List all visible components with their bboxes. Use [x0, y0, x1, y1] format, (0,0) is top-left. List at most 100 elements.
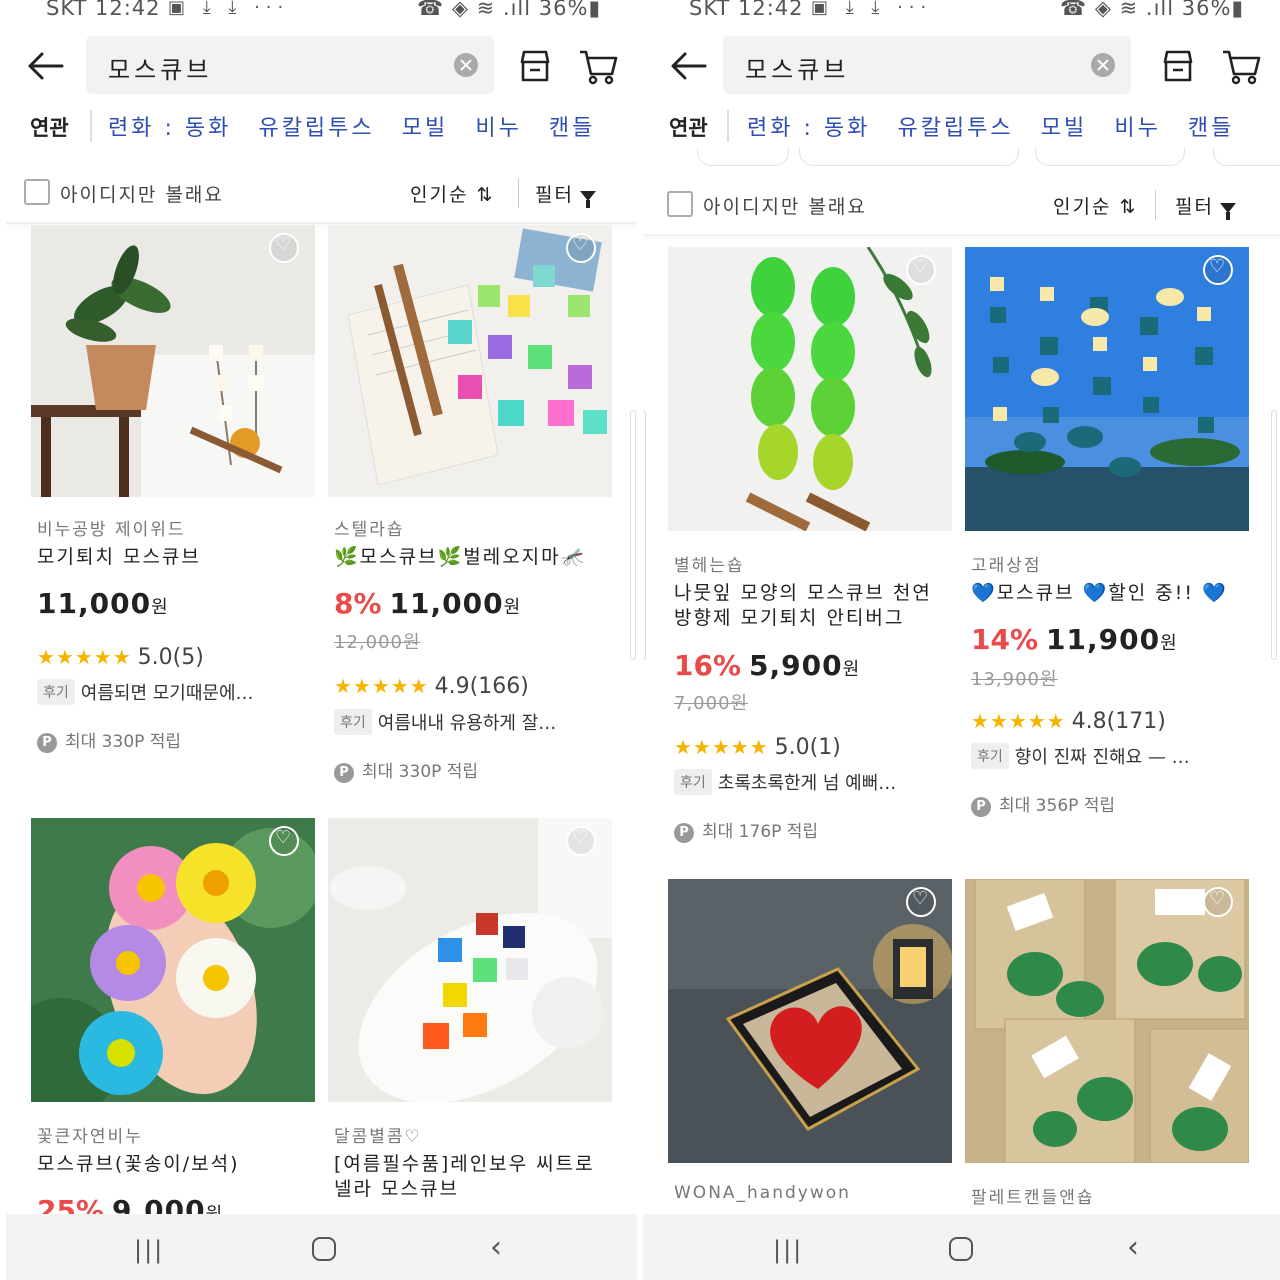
shop-name[interactable]: WONA_handywon: [674, 1183, 851, 1203]
product-photo: [31, 818, 315, 1102]
related-item[interactable]: 비누: [1114, 110, 1160, 142]
shop-name[interactable]: 달콤별콤♡: [334, 1122, 422, 1147]
system-back-button[interactable]: ‹: [1127, 1230, 1139, 1265]
sort-button[interactable]: 인기순 ⇅: [1053, 192, 1137, 219]
heart-icon[interactable]: [269, 826, 299, 856]
product-image-leaf-packs[interactable]: [965, 879, 1249, 1163]
store-button[interactable]: [515, 46, 555, 86]
related-item[interactable]: 련화 : 동화: [108, 110, 231, 142]
product-image-cloud-mobile[interactable]: [965, 247, 1249, 531]
product-card[interactable]: 별헤는숍 나뭇잎 모양의 모스큐브 천연 방향제 모기퇴치 안티버그 16%5,…: [668, 247, 952, 847]
heart-icon[interactable]: [566, 233, 596, 263]
cart-button[interactable]: [1219, 46, 1263, 86]
store-button[interactable]: [1158, 46, 1198, 86]
review-snippet[interactable]: 후기 여름내내 유용하게 잘…: [334, 709, 614, 735]
hide-checkbox[interactable]: [24, 179, 50, 205]
price: 5,900: [749, 649, 843, 682]
price: 11,000: [37, 587, 152, 620]
search-query: 모스큐브: [108, 56, 213, 84]
scroll-indicator: [630, 410, 636, 660]
filter-button[interactable]: 필터: [535, 180, 596, 208]
rating-score: 5.0(1): [774, 735, 841, 760]
review-snippet[interactable]: 후기 향이 진짜 진해요 — …: [971, 743, 1251, 769]
product-card[interactable]: 스텔라숍 🌿모스큐브🌿벌레오지마🦟 8%11,000원 12,000원 ★★★★…: [328, 225, 612, 785]
recent-apps-button[interactable]: |||: [773, 1236, 803, 1264]
star-icons: ★★★★★: [334, 674, 429, 698]
related-item[interactable]: 캔들: [549, 110, 595, 142]
product-image-leaf-cubes[interactable]: [668, 247, 952, 531]
chip-edge: [1213, 148, 1280, 166]
product-image-rainbow-cubes[interactable]: [328, 818, 612, 1102]
sort-button[interactable]: 인기순 ⇅: [410, 180, 494, 207]
points-text: 최대 176P 적립: [702, 822, 819, 842]
home-button[interactable]: [312, 1237, 336, 1261]
product-title[interactable]: 모스큐브(꽃송이/보석): [37, 1152, 313, 1177]
shop-name[interactable]: 별헤는숍: [674, 551, 745, 576]
product-image-color-cubes[interactable]: [328, 225, 612, 509]
review-snippet[interactable]: 후기 초록초록한게 넘 예뻐…: [674, 769, 954, 795]
heart-icon[interactable]: [269, 233, 299, 263]
shop-name[interactable]: 꽃큰자연비누: [37, 1122, 143, 1147]
hide-checkbox[interactable]: [667, 191, 693, 217]
cart-icon: [1223, 50, 1261, 85]
product-title[interactable]: 💙모스큐브 💙할인 중!! 💙: [971, 581, 1247, 606]
shop-name[interactable]: 고래상점: [971, 551, 1042, 576]
product-title[interactable]: [여름필수품]레인보우 씨트로넬라 모스큐브: [334, 1152, 610, 1202]
points-text: 최대 356P 적립: [999, 796, 1116, 816]
cart-button[interactable]: [576, 46, 620, 86]
currency: 원: [842, 659, 860, 680]
system-back-button[interactable]: ‹: [490, 1230, 502, 1265]
back-button[interactable]: [22, 46, 70, 86]
store-icon: [520, 50, 550, 82]
heart-icon[interactable]: [906, 887, 936, 917]
status-carrier-time: SKT 12:42: [689, 0, 804, 20]
product-card[interactable]: 꽃큰자연비누 모스큐브(꽃송이/보석) 25%9,000원: [31, 818, 315, 1227]
search-input[interactable]: 모스큐브: [723, 36, 1131, 94]
heart-icon[interactable]: [1203, 887, 1233, 917]
funnel-icon: [579, 190, 596, 208]
product-card[interactable]: 팔레트캔들앤숍: [965, 879, 1249, 1219]
shop-name[interactable]: 스텔라숍: [334, 515, 405, 540]
clear-icon[interactable]: [1091, 53, 1115, 77]
rating-line: ★★★★★ 4.9(166): [334, 674, 529, 699]
original-price: 12,000원: [334, 632, 421, 653]
product-title[interactable]: 나뭇잎 모양의 모스큐브 천연 방향제 모기퇴치 안티버그: [674, 581, 950, 631]
related-item[interactable]: 유칼립투스: [897, 110, 1013, 142]
store-icon: [1163, 50, 1193, 82]
related-item[interactable]: 모빌: [1041, 110, 1087, 142]
related-item[interactable]: 유칼립투스: [258, 110, 374, 142]
home-button[interactable]: [949, 1237, 973, 1261]
product-image-moss-plant[interactable]: [31, 225, 315, 509]
product-card[interactable]: 비누공방 제이위드 모기퇴치 모스큐브 11,000원 ★★★★★5.0(5) …: [31, 225, 315, 785]
related-item[interactable]: 련화 : 동화: [747, 110, 870, 142]
points-line: P 최대 176P 적립: [674, 817, 818, 843]
related-item[interactable]: 비누: [475, 110, 521, 142]
related-item[interactable]: 모빌: [402, 110, 448, 142]
heart-icon[interactable]: [1203, 255, 1233, 285]
heart-icon[interactable]: [906, 255, 936, 285]
top-bar: 모스큐브: [0, 34, 637, 98]
filter-bar: 아이디지만 볼래요 인기순 ⇅ 필터: [0, 168, 637, 218]
review-snippet[interactable]: 후기 여름되면 모기때문에…: [37, 679, 317, 705]
shop-name[interactable]: 팔레트캔들앤숍: [971, 1183, 1094, 1208]
discount-rate: 8%: [334, 587, 382, 620]
product-image-daisy[interactable]: [31, 818, 315, 1102]
shop-name[interactable]: 비누공방 제이위드: [37, 515, 186, 540]
product-image-moss-heart[interactable]: [668, 879, 952, 1163]
product-card[interactable]: 고래상점 💙모스큐브 💙할인 중!! 💙 14%11,900원 13,900원 …: [965, 247, 1249, 847]
product-card[interactable]: 달콤별콤♡ [여름필수품]레인보우 씨트로넬라 모스큐브: [328, 818, 612, 1218]
rating-line: ★★★★★ 5.0(1): [674, 735, 841, 760]
product-title[interactable]: 모기퇴치 모스큐브: [37, 545, 313, 570]
heart-icon[interactable]: [566, 826, 596, 856]
clear-icon[interactable]: [454, 53, 478, 77]
product-card[interactable]: WONA_handywon: [668, 879, 952, 1219]
search-input[interactable]: 모스큐브: [86, 36, 494, 94]
product-title[interactable]: 🌿모스큐브🌿벌레오지마🦟: [334, 545, 610, 570]
filter-button[interactable]: 필터: [1175, 192, 1236, 220]
currency: 원: [1160, 633, 1177, 654]
status-notification-icons: ▣ ⤓ ⤓ ···: [811, 0, 933, 18]
related-item[interactable]: 캔들: [1188, 110, 1234, 142]
back-button[interactable]: [665, 46, 713, 86]
points-icon: P: [334, 763, 354, 783]
recent-apps-button[interactable]: |||: [134, 1236, 164, 1264]
